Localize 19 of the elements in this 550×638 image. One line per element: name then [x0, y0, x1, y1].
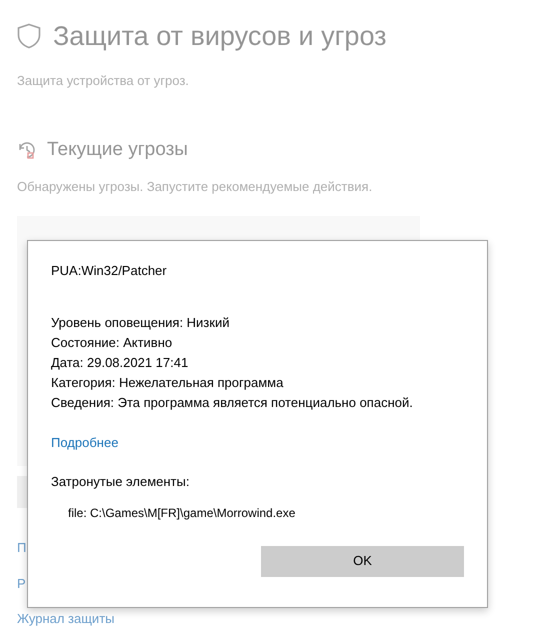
detail-line: Уровень оповещения: Низкий: [51, 314, 230, 332]
shield-icon: [17, 23, 41, 50]
affected-file: file: C:\Games\M[FR]\game\Morrowind.exe: [68, 504, 296, 522]
ok-button[interactable]: OK: [261, 546, 464, 576]
threat-name: PUA:Win32/Patcher: [51, 262, 168, 280]
page-subtitle: Защита устройства от угроз.: [17, 72, 190, 90]
more-link[interactable]: Подробнее: [51, 432, 118, 452]
page-title: Защита от вирусов и угроз: [53, 20, 387, 53]
detail-line: Категория: Нежелательная программа: [51, 374, 284, 392]
link[interactable]: П: [17, 538, 26, 558]
clock-warning-icon: [17, 140, 37, 160]
section-title: Текущие угрозы: [47, 138, 188, 162]
detail-line: Дата: 29.08.2021 17:41: [51, 354, 190, 372]
link[interactable]: Журнал защиты: [17, 609, 114, 628]
detail-line: Сведения: Эта программа является потенциально опасной.: [51, 394, 414, 412]
affected-label: Затронутые элементы:: [51, 473, 190, 491]
section-description: Обнаружены угрозы. Запустите рекомендуемые действия.: [17, 178, 374, 196]
link[interactable]: Р: [17, 574, 26, 593]
detail-line: Состояние: Активно: [51, 334, 174, 352]
